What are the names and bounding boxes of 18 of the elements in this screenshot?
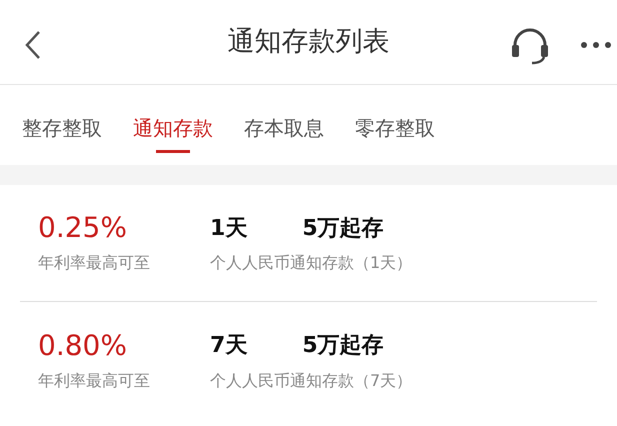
- rate-label: 年利率最高可至: [38, 252, 151, 274]
- product-name: 个人人民币通知存款（7天）: [210, 370, 412, 392]
- back-icon[interactable]: [24, 30, 42, 60]
- minimum-deposit: 5万起存: [302, 332, 384, 360]
- term: 7天: [210, 332, 248, 360]
- tab[interactable]: 存本取息: [244, 85, 324, 165]
- term: 1天: [210, 214, 248, 242]
- rate-label: 年利率最高可至: [38, 370, 151, 392]
- interest-rate: 0.25%: [38, 211, 128, 245]
- page-title: 通知存款列表: [228, 24, 390, 59]
- product-name: 个人人民币通知存款（1天）: [210, 252, 412, 274]
- more-icon[interactable]: [580, 41, 612, 49]
- tab[interactable]: 整存整取: [22, 85, 102, 165]
- tab[interactable]: 零存整取: [355, 85, 435, 165]
- minimum-deposit: 5万起存: [302, 214, 384, 242]
- headset-icon[interactable]: [510, 27, 550, 65]
- tab[interactable]: 通知存款: [133, 85, 213, 165]
- interest-rate: 0.80%: [38, 328, 128, 362]
